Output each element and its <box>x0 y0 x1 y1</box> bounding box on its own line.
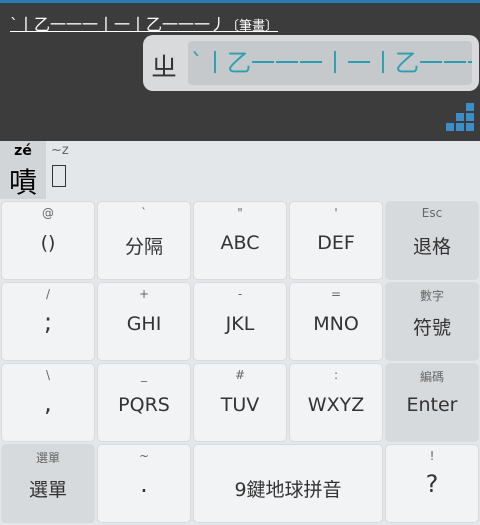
key-mno[interactable]: = MNO <box>289 282 383 361</box>
key-hint: _ <box>141 368 147 382</box>
key-label: 分隔 <box>124 236 163 258</box>
key-label: 符號 <box>412 317 451 339</box>
key-hint: = <box>330 287 342 301</box>
key-period[interactable]: ~ . <box>97 444 191 523</box>
composing-hint: 〔筆畫〕 <box>226 19 279 34</box>
key-semicolon[interactable]: / ; <box>1 282 95 361</box>
key-label: ABC <box>220 232 260 254</box>
key-label: 退格 <box>412 236 451 258</box>
resize-handle-icon[interactable] <box>440 103 476 137</box>
key-hint: + <box>138 287 150 301</box>
key-label: () <box>40 232 56 254</box>
bubble-key-char: ㄓ <box>151 53 178 83</box>
key-hint: 編碼 <box>419 370 444 384</box>
composing-strokes-text: `丨乙一一一丨一丨乙一一一丿 <box>10 15 227 34</box>
key-backspace[interactable]: Esc 退格 <box>385 201 479 280</box>
candidate-bar: zé 嘖 ~z <box>0 141 480 199</box>
key-jkl[interactable]: - JKL <box>193 282 287 361</box>
key-label: PQRS <box>118 394 170 416</box>
key-hint: ' <box>334 206 338 220</box>
key-tuv[interactable]: # TUV <box>193 363 287 442</box>
key-hint: # <box>234 368 246 382</box>
candidate-alt-hint: ~z <box>51 143 69 158</box>
key-label: GHI <box>126 313 162 335</box>
key-hint: " <box>237 206 243 220</box>
key-hint: 數字 <box>419 289 444 303</box>
key-abc[interactable]: " ABC <box>193 201 287 280</box>
key-label: 選單 <box>28 479 67 501</box>
key-hint: / <box>45 287 51 301</box>
key-separator[interactable]: ` 分隔 <box>97 201 191 280</box>
key-hint: \ <box>45 368 51 382</box>
key-pqrs[interactable]: _ PQRS <box>97 363 191 442</box>
key-ghi[interactable]: + GHI <box>97 282 191 361</box>
key-def[interactable]: ' DEF <box>289 201 383 280</box>
key-space[interactable]: 9鍵地球拼音 <box>193 444 383 523</box>
key-hint: ! <box>429 449 435 463</box>
bubble-strokes: `丨乙一一一丨一丨乙一一一 <box>188 41 472 85</box>
candidate-char: 嘖 <box>8 166 37 199</box>
key-hint: - <box>237 287 243 301</box>
key-hint: Esc <box>421 206 443 220</box>
key-label: JKL <box>225 313 255 335</box>
key-label: Enter <box>406 394 458 416</box>
key-label: TUV <box>220 394 260 416</box>
key-menu[interactable]: 選單 選單 <box>1 444 95 523</box>
key-label: MNO <box>313 313 359 335</box>
key-parentheses[interactable]: @ () <box>1 201 95 280</box>
key-label: 9鍵地球拼音 <box>234 479 342 501</box>
key-hint: @ <box>42 206 54 220</box>
candidate-main[interactable]: zé 嘖 <box>0 141 46 199</box>
key-label: ? <box>425 470 439 498</box>
key-wxyz[interactable]: : WXYZ <box>289 363 383 442</box>
key-hint: ` <box>141 206 147 220</box>
stroke-input-bubble: ㄓ `丨乙一一一丨一丨乙一一一 <box>143 35 479 91</box>
key-comma[interactable]: \ , <box>1 363 95 442</box>
key-label: . <box>140 470 148 498</box>
key-hint: ~ <box>138 449 150 463</box>
key-hint: 選單 <box>35 451 60 465</box>
key-label: , <box>44 389 52 417</box>
key-hint: : <box>333 368 339 382</box>
composing-strokes: `丨乙一一一丨一丨乙一一一丿〔筆畫〕 <box>10 11 278 35</box>
candidate-pinyin: zé <box>14 143 32 159</box>
key-symbols[interactable]: 數字 符號 <box>385 282 479 361</box>
key-label: DEF <box>317 232 355 254</box>
composition-area: `丨乙一一一丨一丨乙一一一丿〔筆畫〕 ㄓ `丨乙一一一丨一丨乙一一一 <box>0 0 480 141</box>
key-question[interactable]: ! ? <box>385 444 479 523</box>
keyboard: @ () ` 分隔 " ABC ' DEF Esc 退格 / ; + GHI -… <box>0 199 480 525</box>
candidate-alt-char[interactable] <box>52 165 66 187</box>
key-label: ; <box>43 308 53 336</box>
key-label: WXYZ <box>307 394 365 416</box>
key-enter[interactable]: 編碼 Enter <box>385 363 479 442</box>
